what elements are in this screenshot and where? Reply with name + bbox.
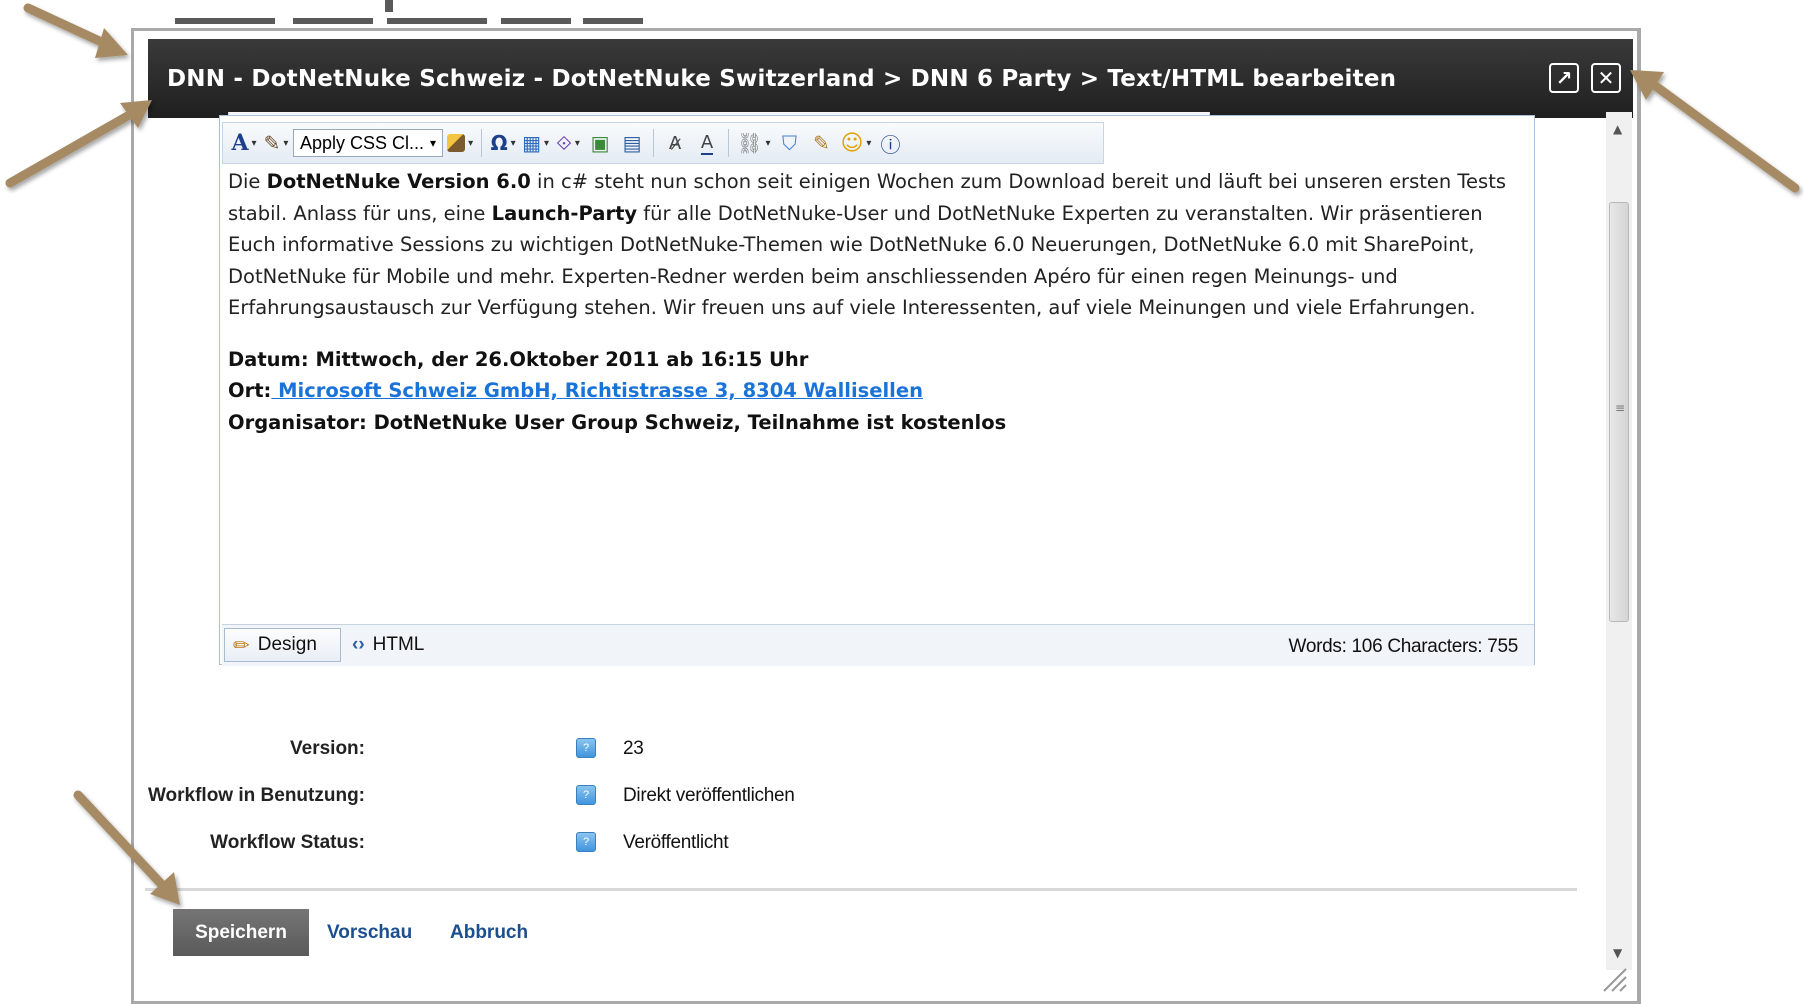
annotation-arrow-right [1630,70,1800,193]
annotation-arrow-bottom-left [73,790,180,905]
annotation-arrow-left [5,100,152,188]
annotation-arrows [5,3,1800,905]
annotation-arrow-top-left [23,3,128,58]
